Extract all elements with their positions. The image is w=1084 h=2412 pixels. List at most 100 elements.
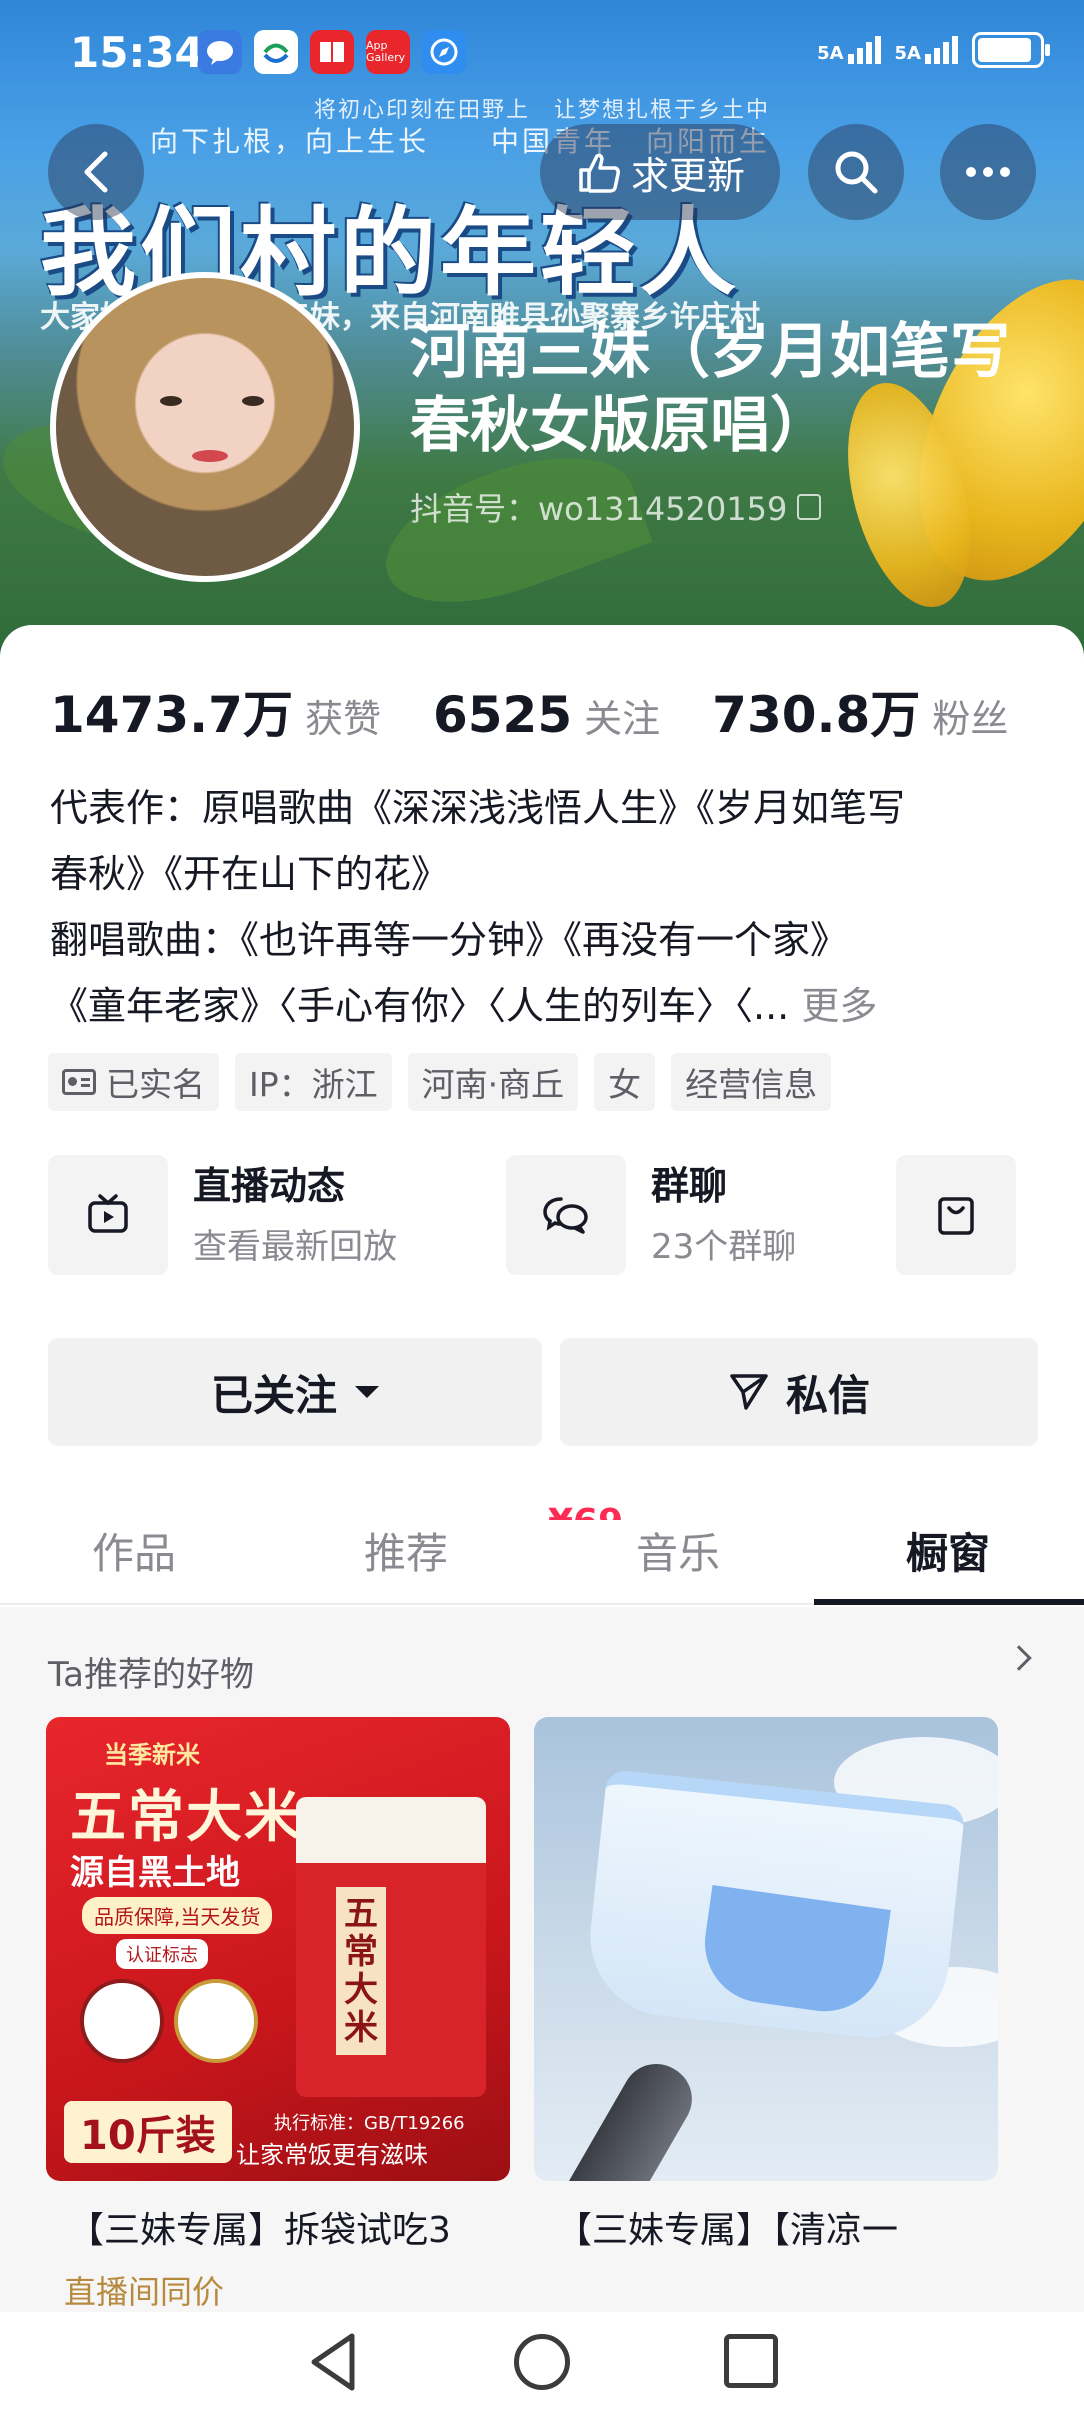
profile-tabs: 作品 推荐 音乐 橱窗 [0,1495,1084,1605]
battery-icon [972,32,1050,68]
stat-label: 粉丝 [932,697,1009,741]
tab-recommend[interactable]: 推荐 [296,1495,516,1605]
profile-name: 河南三妹（岁月如笔写春秋女版原唱） [410,317,1010,461]
signal-strength-icon: 5A [817,36,881,64]
stat-likes[interactable]: 1473.7万 获赞 [50,675,381,747]
id-card-icon [62,1069,96,1095]
thumb-point-icon [579,153,620,193]
tag-region: 河南·商丘 [407,1053,579,1111]
app-gallery-label: App Gallery [366,39,406,64]
product-price-partial: ¥69 [548,1502,623,1520]
stat-followers[interactable]: 730.8万 粉丝 [712,675,1008,747]
group-chat-icon [543,1197,588,1234]
copy-icon[interactable] [797,494,822,520]
cylinder-prop [553,2051,705,2181]
back-button[interactable] [48,124,144,220]
avatar[interactable] [50,272,360,582]
rice-origin-label: 源自黑土地 [70,1853,240,1893]
avatar-lip [192,450,228,462]
bio-line: 春秋》《开在山下的花》 [50,852,450,896]
followed-label: 已关注 [210,1370,337,1420]
shopping-bag-icon [938,1197,974,1235]
douyin-id[interactable]: 抖音号：wo1314520159 [410,484,822,530]
notification-icons: App Gallery [198,30,466,74]
group-card-subtitle: 23个群聊 [651,1227,797,1267]
rice-pack-label: 10斤装 [64,2101,232,2163]
feature-cards: 直播动态 查看最新回放 群聊 23个群聊 [48,1155,1048,1285]
product-card[interactable]: 当季新米 五常大米 源自黑土地 品质保障,当天发货 认证标志 五常大米 10斤装… [46,1717,510,2313]
red-book-icon [310,30,354,74]
recommend-header[interactable]: Ta推荐的好物 [48,1647,254,1696]
signal-label: 5A [894,43,921,64]
stat-value: 6525 [432,686,573,744]
douyin-id-text: 抖音号：wo1314520159 [410,490,788,528]
more-dots-icon [966,167,1010,177]
signal-label: 5A [817,43,844,64]
caret-down-icon [355,1386,379,1398]
message-button[interactable]: 私信 [560,1338,1038,1446]
rice-gi-badge [174,1979,258,2063]
app-gallery-icon: App Gallery [366,30,410,74]
followed-button[interactable]: 已关注 [48,1338,542,1446]
product-name: 【三妹专属】【清凉一 [556,2210,899,2251]
stat-following[interactable]: 6525 关注 [433,686,660,744]
product-card[interactable]: 【三妹专属】【清凉一 [534,1717,998,2253]
signal-strength-icon: 5A [895,36,958,64]
tag-label: 已实名 [106,1065,205,1104]
profile-tags: 已实名 IP：浙江 河南·商丘 女 经营信息 [48,1053,832,1111]
product-subtitle: 直播间同价 [64,2273,225,2311]
more-button[interactable] [940,124,1036,220]
bio-more-link[interactable]: 更多 [801,984,877,1028]
bio-line: 《童年老家》〈手心有你〉〈人生的列车〉〈... [50,984,790,1028]
stat-label: 关注 [584,697,661,741]
rice-standard-label: 执行标准：GB/T19266 [274,2113,465,2134]
request-update-label: 求更新 [630,153,745,198]
tab-showcase[interactable]: 橱窗 [838,1495,1058,1605]
profile-sheet: 1473.7万 获赞 6525 关注 730.8万 粉丝 代表作：原唱歌曲《深深… [0,625,1084,2412]
nav-recent-apps-icon[interactable] [724,2334,778,2388]
rice-brand-label: 五常大米 [70,1785,302,1850]
avatar-eye [242,396,264,406]
group-card-title[interactable]: 群聊 [651,1155,727,1210]
rice-new-label: 当季新米 [104,1741,200,1769]
avatar-eye [160,396,182,406]
rice-slogan-label: 让家常饭更有滋味 [236,2141,428,2169]
tag-ip: IP：浙江 [235,1053,392,1111]
system-nav-bar [0,2312,1084,2412]
rice-bag [296,1797,486,2097]
tab-works[interactable]: 作品 [24,1495,244,1605]
search-button[interactable] [808,124,904,220]
product-image-underwear[interactable] [534,1717,998,2181]
live-card-title[interactable]: 直播动态 [193,1155,345,1210]
active-tab-indicator [814,1599,1084,1605]
profile-header: 将初心印刻在田野上 让梦想扎根于乡土中 向下扎根，向上生长 中国青年 向阳而生 … [0,0,1084,660]
profile-bio: 代表作：原唱歌曲《深深浅浅悟人生》《岁月如笔写 春秋》《开在山下的花》 翻唱歌曲… [50,775,1040,1039]
product-image-rice[interactable]: 当季新米 五常大米 源自黑土地 品质保障,当天发货 认证标志 五常大米 10斤装… [46,1717,510,2181]
tag-business-info[interactable]: 经营信息 [671,1053,832,1111]
status-time: 15:34 [70,28,204,77]
message-label: 私信 [785,1370,870,1420]
tag-verified[interactable]: 已实名 [48,1053,219,1111]
group-card-icon-box[interactable] [506,1155,626,1275]
shop-card-icon-box[interactable] [896,1155,1016,1275]
status-bar: 15:34 App Gallery 5A 5A [0,0,1084,100]
live-card-subtitle: 查看最新回放 [193,1227,397,1267]
signal-indicators: 5A 5A [817,32,1050,68]
china-mobile-icon [254,30,298,74]
live-card-icon-box[interactable] [48,1155,168,1275]
bio-line-last: 《童年老家》〈手心有你〉〈人生的列车〉〈... 更多 [50,973,1040,1039]
profile-stats: 1473.7万 获赞 6525 关注 730.8万 粉丝 [50,675,1060,747]
nav-back-icon[interactable] [308,2332,358,2392]
profile-actions: 已关注 私信 [48,1338,1038,1446]
bio-line: 翻唱歌曲：《也许再等一分钟》《再没有一个家》 [50,918,849,962]
send-icon [730,1374,768,1410]
stat-value: 730.8万 [712,686,921,744]
bio-line: 代表作：原唱歌曲《深深浅浅悟人生》《岁月如笔写 [50,786,906,830]
chevron-right-icon[interactable] [1006,1645,1032,1671]
request-update-button[interactable]: 求更新 [540,124,780,220]
tv-icon [88,1194,128,1233]
stat-label: 获赞 [304,697,381,741]
product-name: 【三妹专属】拆袋试吃3 [68,2210,451,2251]
nav-home-icon[interactable] [514,2334,570,2390]
chat-bubble-icon [198,30,242,74]
